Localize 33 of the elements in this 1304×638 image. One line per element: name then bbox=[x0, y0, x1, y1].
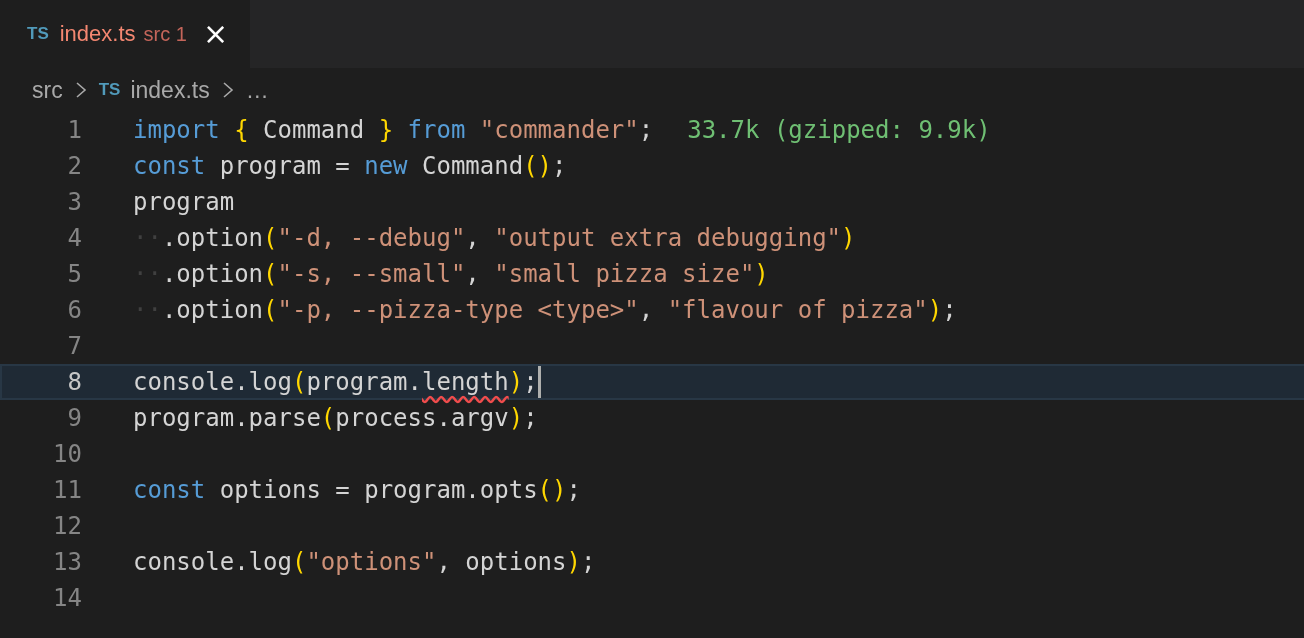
code-line: program bbox=[133, 188, 235, 216]
tab-description: src 1 bbox=[143, 22, 187, 46]
line-number: 3 bbox=[66, 188, 82, 216]
line-number: 14 bbox=[52, 584, 82, 612]
code-line: const options = program.opts(); bbox=[133, 476, 581, 504]
line-number: 4 bbox=[66, 224, 82, 252]
code-line: console.log(program.length); bbox=[133, 368, 538, 396]
line-number: 11 bbox=[52, 476, 82, 504]
code-line: ··.option("-p, --pizza-type <type>", "flavour of pizza"); bbox=[133, 296, 957, 324]
line-number: 9 bbox=[66, 404, 82, 432]
line-number: 1 bbox=[66, 116, 82, 144]
typescript-file-icon: TS bbox=[98, 80, 121, 100]
line-number: 10 bbox=[52, 440, 82, 468]
code-line: program.parse(process.argv); bbox=[133, 404, 538, 432]
tab-filename: index.ts bbox=[59, 21, 136, 47]
breadcrumb-folder[interactable]: src bbox=[32, 76, 63, 104]
typescript-file-icon: TS bbox=[27, 24, 49, 44]
breadcrumb-file[interactable]: index.ts bbox=[130, 76, 210, 104]
breadcrumb-more[interactable]: … bbox=[245, 76, 269, 104]
line-number: 2 bbox=[66, 152, 82, 180]
code-line: console.log("options", options); bbox=[133, 548, 596, 576]
code-line: import { Command } from "commander"; bbox=[133, 116, 654, 144]
editor-tab[interactable]: TS index.ts src 1 × bbox=[0, 0, 251, 68]
code-line: ··.option("-s, --small", "small pizza size") bbox=[133, 260, 769, 288]
line-number: 12 bbox=[52, 512, 82, 540]
line-number: 5 bbox=[66, 260, 82, 288]
import-size-hint: 33.7k (gzipped: 9.9k) bbox=[687, 116, 991, 144]
line-number: 7 bbox=[66, 332, 82, 360]
code-line: const program = new Command(); bbox=[133, 152, 567, 180]
code-line: ··.option("-d, --debug", "output extra debugging") bbox=[133, 224, 856, 252]
line-number: 6 bbox=[66, 296, 82, 324]
line-number: 8 bbox=[66, 368, 82, 396]
line-number: 13 bbox=[52, 548, 82, 576]
